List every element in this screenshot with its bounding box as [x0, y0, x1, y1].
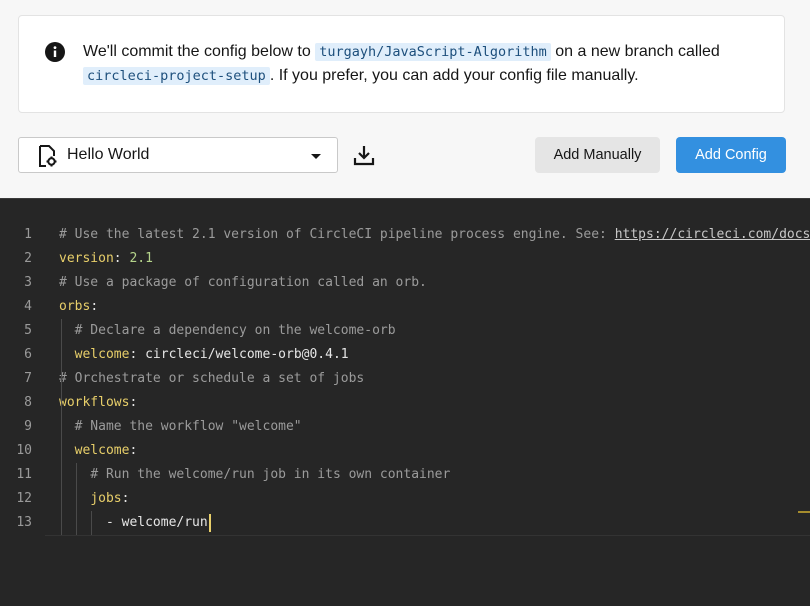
line-content: - welcome/run — [59, 511, 211, 535]
yaml-value: - welcome/run — [105, 515, 208, 530]
yaml-value: 2.1 — [121, 251, 153, 266]
line-content: # Name the workflow "welcome" — [59, 415, 302, 439]
line-number: 11 — [16, 467, 32, 482]
line-number: 13 — [16, 515, 32, 530]
yaml-key: version — [59, 251, 114, 266]
code-line: 6 welcome: circleci/welcome-orb@0.4.1 — [0, 343, 810, 367]
branch-name: circleci-project-setup — [83, 67, 270, 85]
yaml-colon: : — [129, 395, 138, 410]
code-comment: # Use the latest 2.1 version of CircleCI… — [59, 227, 615, 242]
line-number: 9 — [24, 419, 32, 434]
line-content: orbs: — [59, 295, 98, 319]
commit-notice: We'll commit the config below to turgayh… — [18, 15, 785, 113]
line-number: 8 — [24, 395, 32, 410]
chevron-down-icon — [311, 154, 321, 159]
line-content: workflows: — [59, 391, 137, 415]
code-line: 12 jobs: — [0, 487, 810, 511]
code-line: 8 workflows: — [0, 391, 810, 415]
line-number: 3 — [24, 275, 32, 290]
code-line: 11 # Run the welcome/run job in its own … — [0, 463, 810, 487]
notice-text-middle: on a new branch called — [555, 43, 720, 60]
line-number: 10 — [16, 443, 32, 458]
yaml-value: circleci/welcome-orb@0.4.1 — [137, 347, 349, 362]
line-number: 6 — [24, 347, 32, 362]
code-line: 2 version: 2.1 — [0, 247, 810, 271]
code-comment: # Orchestrate or schedule a set of jobs — [59, 371, 365, 386]
download-icon[interactable] — [352, 143, 376, 167]
notice-text-start: We'll commit the config below to — [83, 43, 311, 60]
scrollbar-marker — [798, 511, 810, 513]
code-link: https://circleci.com/docs/2 — [614, 227, 810, 242]
yaml-key: orbs — [59, 299, 91, 314]
file-settings-icon — [39, 145, 57, 167]
line-number: 2 — [24, 251, 32, 266]
yaml-colon: : — [90, 299, 99, 314]
code-comment: # Declare a dependency on the welcome-or… — [74, 323, 396, 338]
line-number: 4 — [24, 299, 32, 314]
repo-name: turgayh/JavaScript-Algorithm — [315, 43, 551, 61]
yaml-key: welcome — [74, 347, 130, 362]
yaml-colon: : — [121, 491, 130, 506]
line-content: # Use the latest 2.1 version of CircleCI… — [59, 223, 810, 247]
text-cursor — [208, 513, 211, 532]
code-comment: # Use a package of configuration called … — [59, 275, 427, 290]
code-comment: # Name the workflow "welcome" — [74, 419, 302, 434]
code-line: 1 # Use the latest 2.1 version of CircleC… — [0, 223, 810, 247]
line-content: jobs: — [59, 487, 129, 511]
yaml-colon: : — [113, 251, 122, 266]
code-line: 9 # Name the workflow "welcome" — [0, 415, 810, 439]
line-content: welcome: — [59, 439, 138, 463]
indent-guide — [61, 319, 62, 535]
line-number: 1 — [24, 227, 32, 242]
config-template-select[interactable]: Hello World — [18, 137, 338, 173]
line-content: welcome: circleci/welcome-orb@0.4.1 — [59, 343, 349, 367]
line-content: # Declare a dependency on the welcome-or… — [59, 319, 396, 343]
line-number: 7 — [24, 371, 32, 386]
notice-text-end: . If you prefer, you can add your config… — [269, 67, 639, 84]
config-editor[interactable]: 1 # Use the latest 2.1 version of CircleC… — [0, 198, 810, 606]
code-line: 7 # Orchestrate or schedule a set of jobs — [0, 367, 810, 391]
line-content: # Orchestrate or schedule a set of jobs — [59, 367, 364, 391]
line-number: 5 — [24, 323, 32, 338]
code-comment: # Run the welcome/run job in its own con… — [90, 467, 451, 482]
code-line: 4 orbs: — [0, 295, 810, 319]
yaml-key: jobs — [90, 491, 122, 506]
yaml-key: workflows — [59, 395, 130, 410]
code-line: 10 welcome: — [0, 439, 810, 463]
select-value: Hello World — [67, 146, 150, 163]
code-line: 13 - welcome/run — [0, 511, 810, 535]
indent-guide — [76, 463, 77, 535]
line-content: # Run the welcome/run job in its own con… — [59, 463, 450, 487]
line-number: 12 — [16, 491, 32, 506]
code-line: 5 # Declare a dependency on the welcome-… — [0, 319, 810, 343]
add-config-button[interactable]: Add Config — [676, 137, 786, 173]
indent-guide — [91, 511, 92, 535]
line-content: # Use a package of configuration called … — [59, 271, 427, 295]
line-content: version: 2.1 — [59, 247, 153, 271]
notice-text: We'll commit the config below to turgayh… — [83, 40, 763, 88]
info-icon — [45, 42, 65, 62]
yaml-colon: : — [129, 443, 138, 458]
yaml-key: welcome — [74, 443, 130, 458]
add-manually-button[interactable]: Add Manually — [535, 137, 660, 173]
code-line: 3 # Use a package of configuration called… — [0, 271, 810, 295]
